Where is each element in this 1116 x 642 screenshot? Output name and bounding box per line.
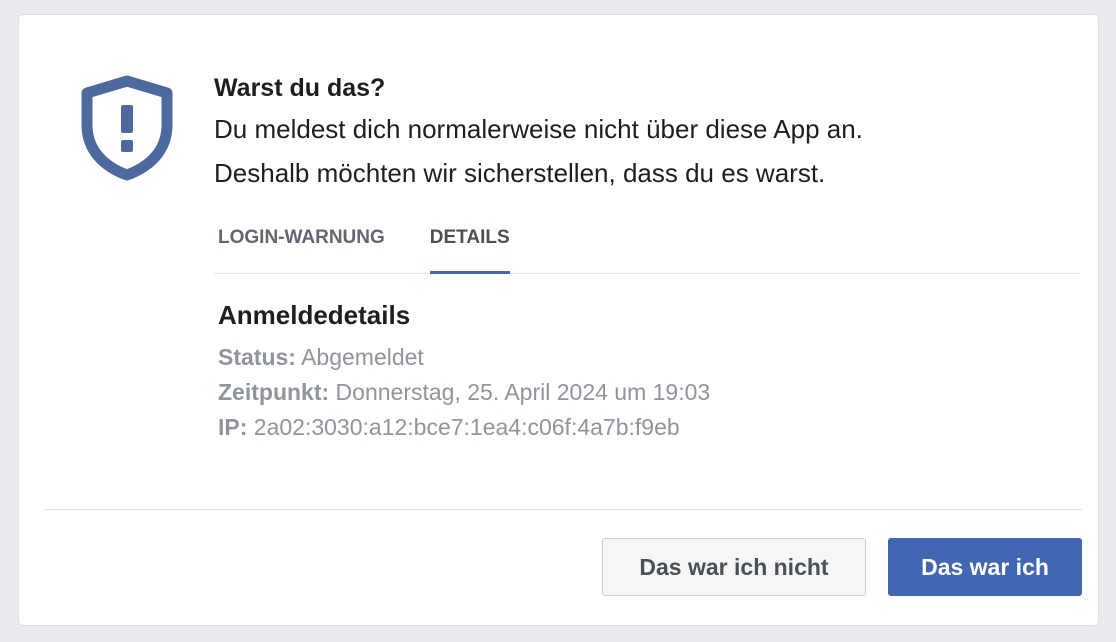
time-value: Donnerstag, 25. April 2024 um 19:03 [335, 379, 711, 405]
dialog-content: Warst du das? Du meldest dich normalerwe… [214, 71, 1080, 445]
login-details-section: Anmeldedetails Status: Abgemeldet Zeitpu… [218, 298, 1080, 445]
status-label: Status: [218, 344, 296, 370]
footer-divider [45, 509, 1082, 510]
detail-row-status: Status: Abgemeldet [218, 340, 1080, 375]
dialog-description: Du meldest dich normalerweise nicht über… [214, 107, 1080, 195]
it-was-me-button[interactable]: Das war ich [888, 538, 1082, 596]
shield-warning-icon [79, 75, 175, 181]
tab-details[interactable]: DETAILS [429, 217, 510, 274]
tab-login-warning[interactable]: LOGIN-WARNUNG [218, 217, 385, 273]
time-label: Zeitpunkt: [218, 379, 330, 405]
ip-label: IP: [218, 414, 248, 440]
not-me-button[interactable]: Das war ich nicht [602, 538, 866, 596]
description-line-1: Du meldest dich normalerweise nicht über… [214, 114, 863, 144]
detail-row-ip: IP: 2a02:3030:a12:bce7:1ea4:c06f:4a7b:f9… [218, 410, 1080, 445]
ip-value: 2a02:3030:a12:bce7:1ea4:c06f:4a7b:f9eb [253, 414, 680, 440]
description-line-2: Deshalb möchten wir sicherstellen, dass … [214, 158, 826, 188]
tab-bar: LOGIN-WARNUNG DETAILS [214, 217, 1080, 274]
status-value: Abgemeldet [301, 344, 424, 370]
detail-row-time: Zeitpunkt: Donnerstag, 25. April 2024 um… [218, 375, 1080, 410]
dialog-title: Warst du das? [214, 74, 386, 102]
details-title: Anmeldedetails [218, 300, 411, 330]
login-warning-dialog: Warst du das? Du meldest dich normalerwe… [19, 15, 1098, 625]
